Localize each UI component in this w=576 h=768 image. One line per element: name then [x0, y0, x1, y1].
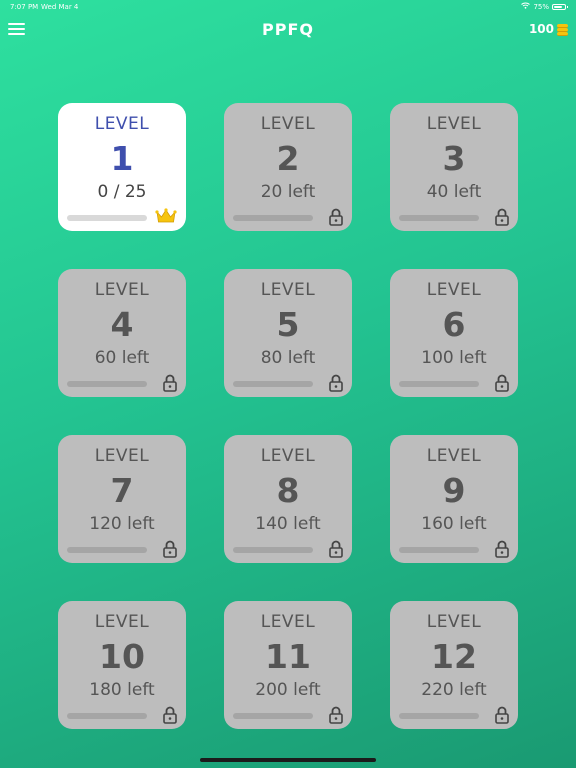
lock-icon: [155, 706, 177, 724]
status-time: 7:07 PM: [10, 3, 39, 11]
level-progress-bar: [399, 215, 479, 221]
level-card-3[interactable]: LEVEL 3 40 left: [390, 103, 518, 231]
level-card-4[interactable]: LEVEL 4 60 left: [58, 269, 186, 397]
level-subtitle: 80 left: [260, 348, 316, 368]
level-subtitle: 120 left: [89, 514, 155, 534]
level-progress-bar: [233, 215, 313, 221]
level-label: LEVEL: [426, 612, 482, 632]
lock-icon: [155, 540, 177, 558]
level-label: LEVEL: [426, 446, 482, 466]
coin-balance[interactable]: 100: [529, 22, 568, 36]
level-number: 3: [442, 139, 466, 178]
level-subtitle: 140 left: [255, 514, 321, 534]
lock-icon: [321, 540, 343, 558]
level-label: LEVEL: [260, 612, 316, 632]
level-subtitle: 200 left: [255, 680, 321, 700]
level-subtitle: 60 left: [94, 348, 150, 368]
level-progress-bar: [233, 713, 313, 719]
level-subtitle: 40 left: [426, 182, 482, 202]
lock-icon: [487, 374, 509, 392]
level-label: LEVEL: [94, 446, 150, 466]
level-number: 6: [442, 305, 466, 344]
level-label: LEVEL: [426, 114, 482, 134]
level-number: 9: [442, 471, 466, 510]
level-progress-bar: [233, 547, 313, 553]
app-title: PPFQ: [262, 20, 314, 39]
level-number: 7: [110, 471, 134, 510]
level-progress-bar: [399, 547, 479, 553]
lock-icon: [487, 706, 509, 724]
level-progress-bar: [67, 713, 147, 719]
level-card-5[interactable]: LEVEL 5 80 left: [224, 269, 352, 397]
level-label: LEVEL: [94, 114, 150, 134]
wifi-icon: [521, 2, 531, 11]
level-number: 10: [99, 637, 145, 676]
level-card-8[interactable]: LEVEL 8 140 left: [224, 435, 352, 563]
level-card-12[interactable]: LEVEL 12 220 left: [390, 601, 518, 729]
crown-icon: [155, 208, 177, 226]
level-card-9[interactable]: LEVEL 9 160 left: [390, 435, 518, 563]
lock-icon: [155, 374, 177, 392]
lock-icon: [487, 208, 509, 226]
level-number: 12: [431, 637, 477, 676]
lock-icon: [321, 208, 343, 226]
coin-stack-icon: [557, 23, 568, 36]
level-number: 11: [265, 637, 311, 676]
level-subtitle: 0 / 25: [97, 182, 147, 202]
level-label: LEVEL: [260, 280, 316, 300]
level-subtitle: 180 left: [89, 680, 155, 700]
level-number: 2: [276, 139, 300, 178]
level-number: 4: [110, 305, 134, 344]
battery-icon: [552, 3, 568, 10]
level-progress-bar: [399, 381, 479, 387]
lock-icon: [321, 706, 343, 724]
level-card-1[interactable]: LEVEL 1 0 / 25: [58, 103, 186, 231]
status-date: Wed Mar 4: [41, 3, 79, 11]
battery-percent: 75%: [533, 2, 549, 11]
level-label: LEVEL: [260, 446, 316, 466]
level-number: 1: [110, 139, 134, 178]
lock-icon: [487, 540, 509, 558]
level-subtitle: 220 left: [421, 680, 487, 700]
level-card-2[interactable]: LEVEL 2 20 left: [224, 103, 352, 231]
level-card-10[interactable]: LEVEL 10 180 left: [58, 601, 186, 729]
level-progress-bar: [233, 381, 313, 387]
home-indicator: [200, 758, 376, 762]
level-subtitle: 100 left: [421, 348, 487, 368]
lock-icon: [321, 374, 343, 392]
level-card-11[interactable]: LEVEL 11 200 left: [224, 601, 352, 729]
level-subtitle: 20 left: [260, 182, 316, 202]
status-bar: 7:07 PM Wed Mar 4 75%: [0, 0, 576, 14]
level-progress-bar: [399, 713, 479, 719]
level-label: LEVEL: [94, 612, 150, 632]
level-subtitle: 160 left: [421, 514, 487, 534]
level-label: LEVEL: [260, 114, 316, 134]
level-label: LEVEL: [94, 280, 150, 300]
status-indicators: 75%: [521, 2, 568, 11]
level-card-7[interactable]: LEVEL 7 120 left: [58, 435, 186, 563]
level-progress-bar: [67, 547, 147, 553]
level-label: LEVEL: [426, 280, 482, 300]
level-progress-bar: [67, 381, 147, 387]
coin-count: 100: [528, 22, 554, 36]
level-card-6[interactable]: LEVEL 6 100 left: [390, 269, 518, 397]
level-number: 5: [276, 305, 300, 344]
level-grid: LEVEL 1 0 / 25 LEVEL 2 20 left LEVEL 3 40 left LE…: [58, 103, 518, 729]
level-progress-bar: [67, 215, 147, 221]
level-number: 8: [276, 471, 300, 510]
